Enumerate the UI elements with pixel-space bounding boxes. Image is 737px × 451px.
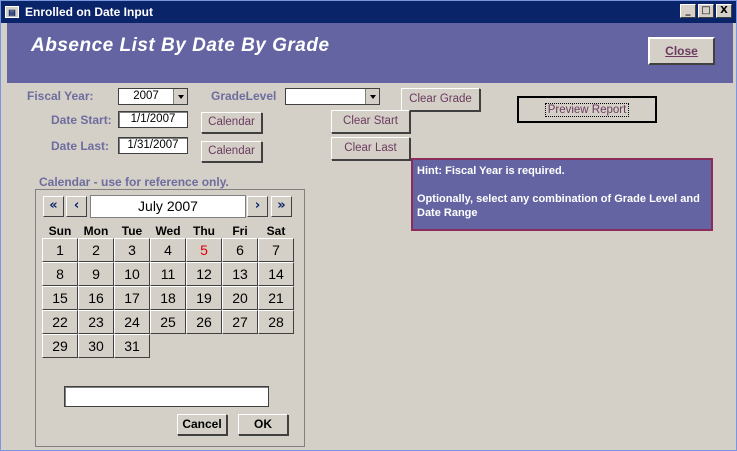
- weekday-header: Sat: [266, 224, 286, 238]
- prev-year-button[interactable]: «: [43, 196, 64, 217]
- window-title: Enrolled on Date Input: [25, 5, 153, 19]
- close-window-button[interactable]: X: [716, 4, 732, 18]
- calendar-day-9[interactable]: 9: [78, 262, 114, 286]
- calendar-day-30[interactable]: 30: [78, 334, 114, 358]
- close-button-label: Close: [665, 44, 698, 58]
- date-start-calendar-button[interactable]: Calendar: [201, 112, 262, 133]
- preview-report-button[interactable]: Preview Report: [517, 96, 657, 123]
- weekday-header: Thu: [193, 224, 215, 238]
- calendar-day-31[interactable]: 31: [114, 334, 150, 358]
- calendar-day-23[interactable]: 23: [78, 310, 114, 334]
- calendar-cancel-button[interactable]: Cancel: [177, 414, 227, 435]
- calendar-day-13[interactable]: 13: [222, 262, 258, 286]
- clear-grade-button[interactable]: Clear Grade: [401, 88, 480, 111]
- calendar-day-22[interactable]: 22: [42, 310, 78, 334]
- calendar-day-21[interactable]: 21: [258, 286, 294, 310]
- clear-last-button[interactable]: Clear Last: [331, 137, 410, 160]
- calendar-day-3[interactable]: 3: [114, 238, 150, 262]
- date-start-field[interactable]: 1/1/2007: [118, 111, 188, 128]
- calendar-day-5[interactable]: 5: [186, 238, 222, 262]
- date-start-label: Date Start:: [51, 113, 112, 127]
- calendar-day-8[interactable]: 8: [42, 262, 78, 286]
- weekday-header: Sun: [48, 224, 72, 238]
- weekday-header: Fri: [232, 224, 248, 238]
- fiscal-year-select[interactable]: 2007: [118, 88, 188, 105]
- calendar-month-title: July 2007: [90, 195, 246, 218]
- weekday-header: Tue: [121, 224, 143, 238]
- calendar-label: Calendar - use for reference only.: [39, 175, 229, 189]
- clear-start-button[interactable]: Clear Start: [331, 110, 410, 133]
- close-button[interactable]: Close: [648, 37, 715, 65]
- calendar-day-24[interactable]: 24: [114, 310, 150, 334]
- calendar-day-26[interactable]: 26: [186, 310, 222, 334]
- calendar-day-1[interactable]: 1: [42, 238, 78, 262]
- calendar-day-17[interactable]: 17: [114, 286, 150, 310]
- calendar-day-18[interactable]: 18: [150, 286, 186, 310]
- grade-level-select[interactable]: [285, 88, 380, 105]
- calendar-day-11[interactable]: 11: [150, 262, 186, 286]
- calendar-day-16[interactable]: 16: [78, 286, 114, 310]
- calendar-day-15[interactable]: 15: [42, 286, 78, 310]
- calendar-day-19[interactable]: 19: [186, 286, 222, 310]
- calendar-day-12[interactable]: 12: [186, 262, 222, 286]
- calendar-day-4[interactable]: 4: [150, 238, 186, 262]
- calendar-day-14[interactable]: 14: [258, 262, 294, 286]
- form-header: Absence List By Date By Grade Close: [7, 23, 733, 83]
- calendar-day-7[interactable]: 7: [258, 238, 294, 262]
- calendar-day-2[interactable]: 2: [78, 238, 114, 262]
- minimize-button[interactable]: _: [680, 4, 696, 18]
- hint-box: Hint: Fiscal Year is required. Optionall…: [411, 158, 713, 231]
- calendar-day-27[interactable]: 27: [222, 310, 258, 334]
- next-month-button[interactable]: ›: [247, 196, 268, 217]
- calendar-day-6[interactable]: 6: [222, 238, 258, 262]
- calendar-ok-button[interactable]: OK: [238, 414, 288, 435]
- calendar-day-29[interactable]: 29: [42, 334, 78, 358]
- date-last-calendar-button[interactable]: Calendar: [201, 141, 262, 162]
- title-bar[interactable]: ▤ Enrolled on Date Input _ □ X: [1, 1, 736, 23]
- fiscal-year-value: 2007: [133, 90, 159, 102]
- weekday-header: Wed: [155, 224, 181, 238]
- chevron-down-icon[interactable]: [365, 89, 379, 104]
- app-window: ▤ Enrolled on Date Input _ □ X Absence L…: [0, 0, 737, 451]
- window-controls: _ □ X: [680, 4, 732, 18]
- app-icon: ▤: [5, 6, 19, 18]
- hint-line-optional: Optionally, select any combination of Gr…: [417, 193, 700, 219]
- maximize-button[interactable]: □: [698, 4, 714, 18]
- preview-report-label: Preview Report: [544, 103, 630, 117]
- page-title: Absence List By Date By Grade: [31, 35, 330, 56]
- grade-level-label: GradeLevel: [211, 89, 277, 103]
- prev-month-button[interactable]: ‹: [66, 196, 87, 217]
- calendar-date-input[interactable]: [64, 386, 269, 407]
- date-last-label: Date Last:: [51, 139, 110, 153]
- calendar-day-28[interactable]: 28: [258, 310, 294, 334]
- calendar-day-10[interactable]: 10: [114, 262, 150, 286]
- calendar-day-20[interactable]: 20: [222, 286, 258, 310]
- fiscal-year-label: Fiscal Year:: [27, 89, 94, 103]
- weekday-header: Mon: [83, 224, 109, 238]
- chevron-down-icon[interactable]: [173, 89, 187, 104]
- date-last-field[interactable]: 1/31/2007: [118, 137, 188, 154]
- hint-line-required: Hint: Fiscal Year is required.: [417, 165, 565, 177]
- calendar-day-25[interactable]: 25: [150, 310, 186, 334]
- next-year-button[interactable]: »: [271, 196, 292, 217]
